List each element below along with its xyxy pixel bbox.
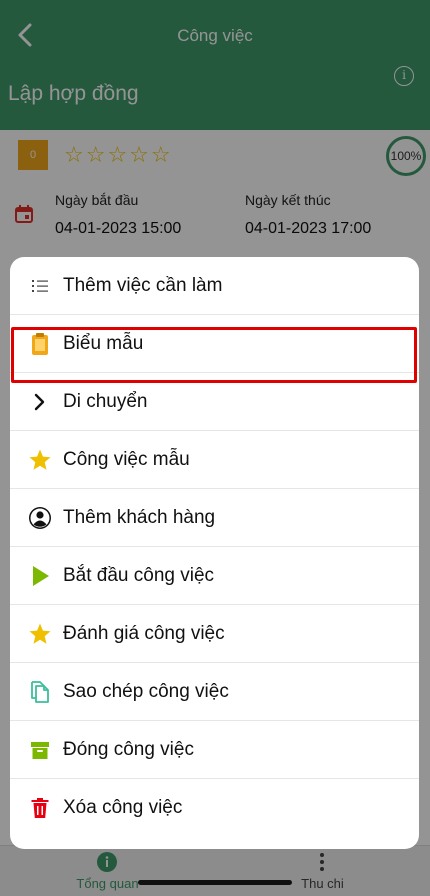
selection-highlight bbox=[11, 327, 417, 383]
chevron-right-icon bbox=[34, 393, 45, 411]
menu-item-copy-task[interactable]: Sao chép công việc bbox=[10, 663, 419, 721]
menu-item-label: Di chuyển bbox=[63, 391, 148, 412]
menu-item-add-todo[interactable]: Thêm việc cần làm bbox=[10, 257, 419, 315]
menu-item-label: Xóa công việc bbox=[63, 797, 183, 818]
menu-item-close-task[interactable]: Đóng công việc bbox=[10, 721, 419, 779]
menu-item-label: Công việc mẫu bbox=[63, 449, 190, 470]
menu-item-add-customer[interactable]: Thêm khách hàng bbox=[10, 489, 419, 547]
menu-item-label: Đóng công việc bbox=[63, 739, 194, 760]
menu-item-start-task[interactable]: Bắt đầu công việc bbox=[10, 547, 419, 605]
menu-item-label: Sao chép công việc bbox=[63, 681, 229, 702]
home-indicator bbox=[138, 880, 292, 885]
menu-item-template-task[interactable]: Công việc mẫu bbox=[10, 431, 419, 489]
play-icon bbox=[33, 566, 49, 586]
menu-item-label: Đánh giá công việc bbox=[63, 623, 225, 644]
archive-icon bbox=[31, 742, 49, 759]
menu-item-label: Thêm việc cần làm bbox=[63, 275, 223, 296]
list-icon bbox=[32, 280, 48, 292]
trash-icon bbox=[31, 798, 49, 818]
menu-item-label: Bắt đầu công việc bbox=[63, 565, 215, 586]
copy-icon bbox=[31, 681, 49, 703]
menu-item-label: Thêm khách hàng bbox=[63, 507, 216, 528]
star-icon bbox=[29, 449, 51, 470]
menu-item-delete-task[interactable]: Xóa công việc bbox=[10, 779, 419, 837]
user-icon bbox=[29, 507, 51, 529]
star-icon bbox=[29, 623, 51, 644]
menu-item-rate-task[interactable]: Đánh giá công việc bbox=[10, 605, 419, 663]
